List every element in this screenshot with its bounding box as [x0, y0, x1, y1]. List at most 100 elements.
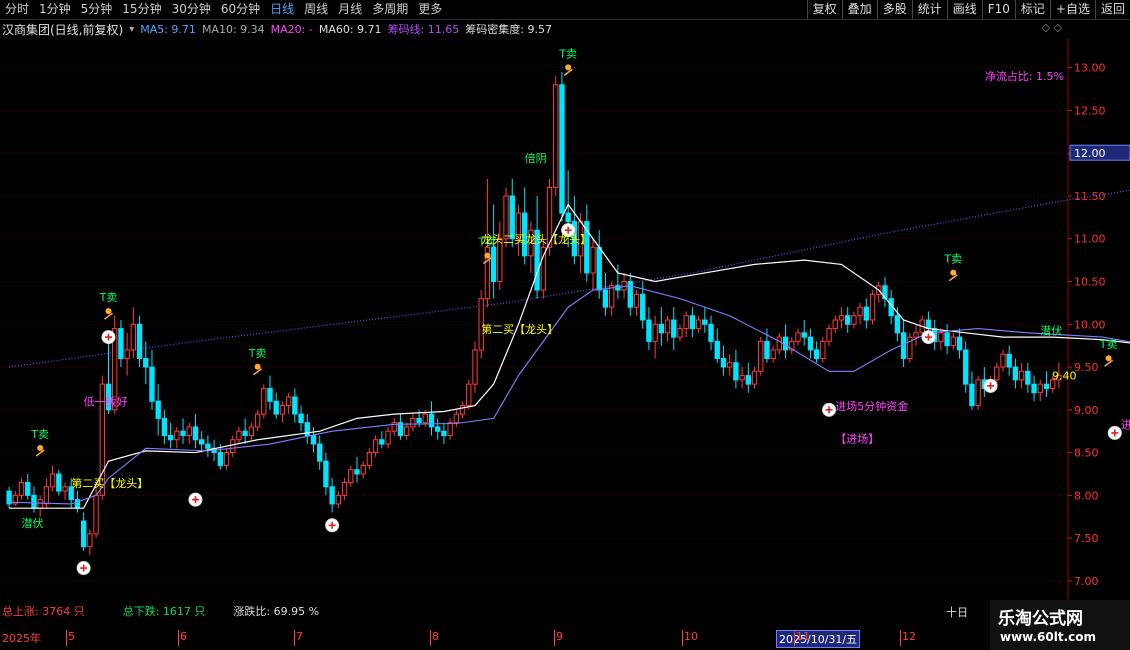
- candle-body[interactable]: [441, 430, 447, 436]
- candle-body[interactable]: [714, 340, 720, 359]
- stock-name[interactable]: 汉商集团(日线,前复权): [2, 21, 123, 38]
- candle-body[interactable]: [1006, 353, 1012, 368]
- candle-body[interactable]: [720, 357, 727, 368]
- candle-body[interactable]: [56, 473, 62, 492]
- candle-body[interactable]: [354, 469, 360, 475]
- candle-body[interactable]: [366, 452, 373, 466]
- candle-body[interactable]: [608, 285, 615, 308]
- candle-body[interactable]: [956, 336, 963, 351]
- candle-body[interactable]: [217, 452, 223, 466]
- candle-body[interactable]: [348, 469, 354, 484]
- candle-body[interactable]: [646, 319, 652, 342]
- candle-body[interactable]: [80, 520, 87, 548]
- candle-body[interactable]: [994, 366, 1000, 381]
- candle-body[interactable]: [726, 362, 733, 368]
- candle-body[interactable]: [596, 246, 602, 291]
- candle-body[interactable]: [379, 439, 385, 445]
- candle-body[interactable]: [285, 396, 292, 407]
- candle-body[interactable]: [1031, 383, 1037, 394]
- candle-body[interactable]: [242, 430, 248, 436]
- candle-body[interactable]: [938, 332, 944, 342]
- tool-button-7[interactable]: +自选: [1049, 0, 1095, 19]
- candle-body[interactable]: [143, 357, 149, 368]
- candle-body[interactable]: [739, 375, 745, 381]
- candle-body[interactable]: [702, 319, 708, 325]
- candle-body[interactable]: [695, 319, 702, 330]
- candle-body[interactable]: [677, 328, 683, 338]
- candle-body[interactable]: [341, 482, 348, 496]
- candle-body[interactable]: [770, 349, 776, 359]
- candle-body[interactable]: [254, 413, 261, 428]
- candle-body[interactable]: [845, 315, 851, 325]
- candle-body[interactable]: [1025, 370, 1031, 385]
- candle-body[interactable]: [1043, 383, 1050, 389]
- candle-body[interactable]: [167, 434, 174, 441]
- candle-body[interactable]: [640, 293, 646, 321]
- period-tab-10[interactable]: 更多: [413, 0, 447, 19]
- candle-body[interactable]: [1037, 383, 1043, 394]
- candle-body[interactable]: [838, 315, 845, 321]
- candlestick-chart[interactable]: 7.00 7.50 8.00 8.50 9.00 9.50 10.00 10.50 11.00 1…: [0, 38, 1130, 604]
- candle-body[interactable]: [428, 413, 435, 428]
- candle-body[interactable]: [292, 396, 298, 415]
- candle-body[interactable]: [317, 443, 323, 462]
- candle-body[interactable]: [683, 315, 689, 330]
- period-tab-4[interactable]: 30分钟: [167, 0, 216, 19]
- candle-body[interactable]: [360, 464, 366, 475]
- candle-body[interactable]: [1012, 366, 1019, 381]
- tool-button-1[interactable]: 叠加: [841, 0, 877, 19]
- candle-body[interactable]: [323, 460, 329, 488]
- candle-body[interactable]: [267, 387, 273, 402]
- candle-body[interactable]: [161, 417, 168, 436]
- candle-body[interactable]: [385, 430, 391, 445]
- candle-body[interactable]: [372, 439, 379, 454]
- candle-body[interactable]: [180, 430, 186, 436]
- candle-body[interactable]: [913, 332, 919, 338]
- candle-body[interactable]: [745, 375, 751, 385]
- candle-body[interactable]: [136, 323, 143, 359]
- candle-body[interactable]: [801, 332, 807, 338]
- candle-body[interactable]: [969, 383, 975, 407]
- candle-body[interactable]: [410, 417, 416, 428]
- candle-body[interactable]: [124, 349, 130, 359]
- candle-body[interactable]: [826, 328, 832, 342]
- dropdown-arrow-icon[interactable]: ▾: [129, 24, 134, 35]
- candle-body[interactable]: [751, 370, 758, 385]
- candle-body[interactable]: [782, 336, 789, 351]
- candle-body[interactable]: [205, 443, 211, 449]
- candle-body[interactable]: [758, 340, 764, 372]
- candle-body[interactable]: [776, 336, 783, 351]
- tool-button-8[interactable]: 返回: [1094, 0, 1130, 19]
- candle-body[interactable]: [652, 323, 658, 342]
- tool-button-4[interactable]: 画线: [946, 0, 982, 19]
- candle-body[interactable]: [950, 336, 956, 347]
- candle-body[interactable]: [236, 430, 242, 441]
- tool-button-0[interactable]: 复权: [806, 0, 842, 19]
- candle-body[interactable]: [944, 332, 950, 347]
- candle-body[interactable]: [49, 473, 56, 488]
- candle-body[interactable]: [155, 400, 161, 419]
- diamond-icons[interactable]: ◇ ◇: [1042, 21, 1062, 34]
- candle-body[interactable]: [807, 336, 814, 351]
- candle-body[interactable]: [894, 315, 901, 334]
- candle-body[interactable]: [963, 349, 969, 385]
- candle-body[interactable]: [472, 349, 478, 385]
- candle-body[interactable]: [335, 494, 342, 505]
- candle-body[interactable]: [416, 417, 422, 424]
- period-tab-2[interactable]: 5分钟: [76, 0, 118, 19]
- candle-body[interactable]: [223, 452, 230, 466]
- period-tab-9[interactable]: 多周期: [367, 0, 413, 19]
- candle-body[interactable]: [25, 482, 31, 496]
- candle-body[interactable]: [447, 422, 453, 436]
- candle-body[interactable]: [174, 430, 180, 441]
- candle-body[interactable]: [664, 319, 671, 334]
- candle-body[interactable]: [403, 426, 410, 436]
- candle-body[interactable]: [590, 246, 596, 274]
- candle-body[interactable]: [298, 413, 304, 424]
- candle-body[interactable]: [851, 315, 857, 325]
- candle-body[interactable]: [310, 434, 317, 445]
- candle-body[interactable]: [795, 332, 801, 342]
- tool-button-6[interactable]: 标记: [1014, 0, 1050, 19]
- candle-body[interactable]: [869, 293, 876, 321]
- tool-button-3[interactable]: 统计: [911, 0, 947, 19]
